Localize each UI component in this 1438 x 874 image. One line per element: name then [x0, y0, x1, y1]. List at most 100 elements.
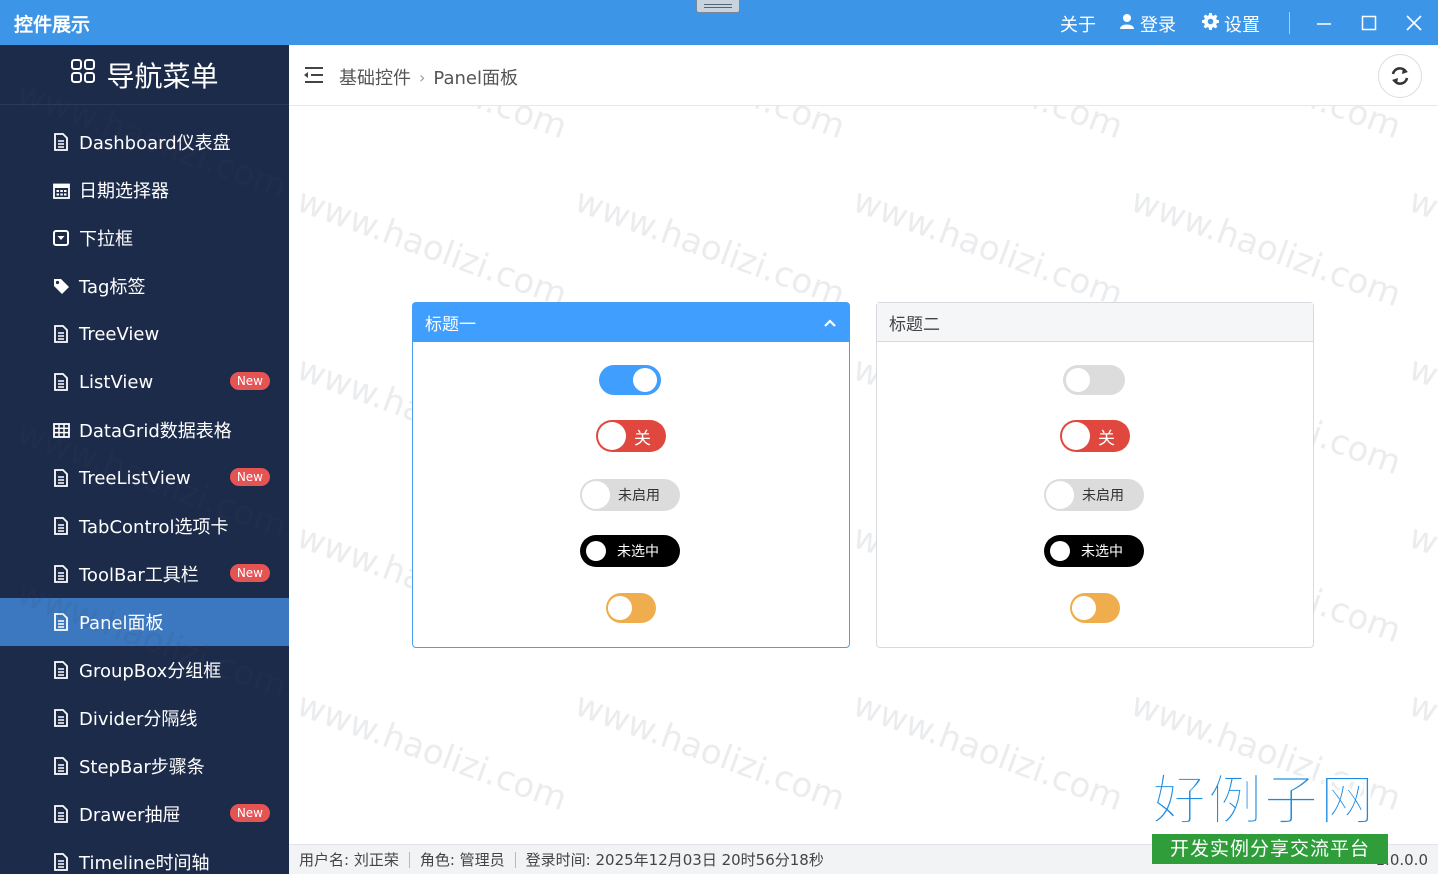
sidebar-item-label: 日期选择器: [79, 181, 169, 202]
sidebar-item[interactable]: Panel面板: [0, 598, 289, 646]
breadcrumb-parent[interactable]: 基础控件: [339, 64, 411, 90]
about-button[interactable]: 关于: [1060, 11, 1096, 37]
sidebar-item[interactable]: Drawer抽屉 New: [0, 790, 289, 838]
sidebar-item-label: TreeView: [79, 323, 160, 345]
close-button[interactable]: [1400, 9, 1428, 37]
about-label: 关于: [1060, 15, 1096, 36]
sidebar-item-label: GroupBox分组框: [79, 661, 222, 682]
sidebar-item-label: Dashboard仪表盘: [79, 133, 231, 154]
watermark-text: www.haolizi.com: [1403, 180, 1438, 316]
sidebar: 导航菜单 Dashboard仪表盘 日期选择器下拉框 Tag标签 TreeView Li…: [0, 45, 289, 874]
switch-knob: [1050, 541, 1070, 561]
chevron-right-icon: ›: [419, 67, 426, 87]
sidebar-item[interactable]: TreeView: [0, 310, 289, 358]
toggle-switch-unchecked[interactable]: 未选中: [1044, 535, 1144, 567]
sidebar-item[interactable]: Dashboard仪表盘: [0, 118, 289, 166]
switch-knob: [608, 596, 632, 620]
minimize-button[interactable]: [1310, 9, 1338, 37]
sidebar-item-label: TreeListView: [79, 467, 191, 489]
breadcrumb-current: Panel面板: [433, 68, 518, 89]
toggle-switch-off-red[interactable]: 关: [1060, 420, 1130, 452]
sidebar-item[interactable]: ToolBar工具栏 New: [0, 550, 289, 598]
watermark-text: www.haolizi.com: [291, 180, 573, 316]
file-icon: [52, 853, 70, 871]
watermark-text: www.haolizi.com: [847, 684, 1129, 820]
dropdown-icon: [52, 229, 70, 247]
watermark-text: www.haolizi.com: [1125, 180, 1407, 316]
content-header: 基础控件 › Panel面板: [289, 45, 1438, 106]
panel-header[interactable]: 标题一: [413, 303, 849, 342]
refresh-icon: [1391, 67, 1409, 85]
sidebar-item[interactable]: 日期选择器: [0, 166, 289, 214]
new-badge: New: [229, 564, 270, 582]
toggle-switch-disabled: 未启用: [1044, 479, 1144, 511]
switch-label: 未选中: [1081, 544, 1123, 560]
maximize-button[interactable]: [1355, 9, 1383, 37]
sidebar-item[interactable]: TreeListView New: [0, 454, 289, 502]
watermark-text: www.haolizi.com: [847, 180, 1129, 316]
toggle-switch-on[interactable]: [599, 365, 661, 395]
toggle-switch-warning[interactable]: [1070, 593, 1120, 623]
toggle-switch-off-red[interactable]: 关: [596, 420, 666, 452]
sidebar-item[interactable]: DataGrid数据表格: [0, 406, 289, 454]
file-icon: [52, 709, 70, 727]
new-badge: New: [229, 468, 270, 486]
site-logo: 好例子网 开发实例分享交流平台: [1152, 769, 1388, 866]
switch-label: 关: [1098, 428, 1115, 449]
sidebar-item[interactable]: Divider分隔线: [0, 694, 289, 742]
login-button[interactable]: 登录: [1119, 11, 1176, 37]
file-icon: [52, 133, 70, 151]
toggle-switch-off[interactable]: [1063, 365, 1125, 395]
settings-button[interactable]: 设置: [1202, 11, 1260, 37]
close-icon: [1406, 15, 1422, 31]
sidebar-item-label: Drawer抽屉: [79, 805, 181, 826]
sidebar-item[interactable]: Timeline时间轴: [0, 838, 289, 874]
watermark-text: www.haolizi.com: [569, 180, 851, 316]
chevron-up-icon[interactable]: [823, 315, 837, 334]
sidebar-item[interactable]: StepBar步骤条: [0, 742, 289, 790]
sidebar-item[interactable]: GroupBox分组框: [0, 646, 289, 694]
sidebar-item[interactable]: 下拉框: [0, 214, 289, 262]
switch-label: 未启用: [618, 488, 660, 504]
drag-handle[interactable]: [696, 0, 740, 13]
minimize-icon: [1317, 23, 1331, 25]
switch-knob: [1046, 481, 1074, 509]
titlebar-divider: [1289, 12, 1290, 34]
grid-icon: [52, 421, 70, 439]
sidebar-item-label: StepBar步骤条: [79, 757, 205, 778]
settings-label: 设置: [1224, 15, 1260, 36]
sidebar-item[interactable]: ListView New: [0, 358, 289, 406]
refresh-button[interactable]: [1378, 54, 1422, 98]
sidebar-item[interactable]: TabControl选项卡: [0, 502, 289, 550]
maximize-icon: [1361, 15, 1377, 31]
panel-primary: 标题一 关 未启用 未选中: [412, 302, 850, 648]
login-label: 登录: [1140, 15, 1176, 36]
sidebar-item-label: ListView: [79, 371, 154, 393]
app-title: 控件展示: [14, 14, 91, 36]
file-icon: [52, 325, 70, 343]
user-icon: [1119, 13, 1135, 35]
sidebar-header: 导航菜单: [0, 45, 289, 105]
switch-knob: [1072, 596, 1096, 620]
calendar-icon: [52, 181, 70, 199]
sidebar-item-label: Panel面板: [79, 613, 164, 634]
panel-title: 标题二: [889, 314, 940, 335]
file-icon: [52, 613, 70, 631]
watermark-text: www.haolizi.com: [1403, 684, 1438, 820]
sidebar-item-label: 下拉框: [79, 229, 133, 250]
sidebar-menu: Dashboard仪表盘 日期选择器下拉框 Tag标签 TreeView ListVie…: [0, 105, 289, 874]
switch-knob: [1062, 422, 1090, 450]
switch-knob: [582, 481, 610, 509]
status-divider: [408, 851, 410, 868]
status-login-time: 登录时间: 2025年12月03日 20时56分18秒: [525, 851, 824, 869]
sidebar-item-label: TabControl选项卡: [79, 517, 229, 538]
sidebar-item[interactable]: Tag标签: [0, 262, 289, 310]
toggle-switch-unchecked[interactable]: 未选中: [580, 535, 680, 567]
switch-knob: [598, 422, 626, 450]
switch-label: 关: [634, 428, 651, 449]
tag-icon: [52, 277, 70, 295]
watermark-text: www.haolizi.com: [291, 684, 573, 820]
toggle-switch-warning[interactable]: [606, 593, 656, 623]
menu-collapse-icon[interactable]: [303, 65, 325, 89]
sidebar-title: 导航菜单: [106, 59, 219, 93]
